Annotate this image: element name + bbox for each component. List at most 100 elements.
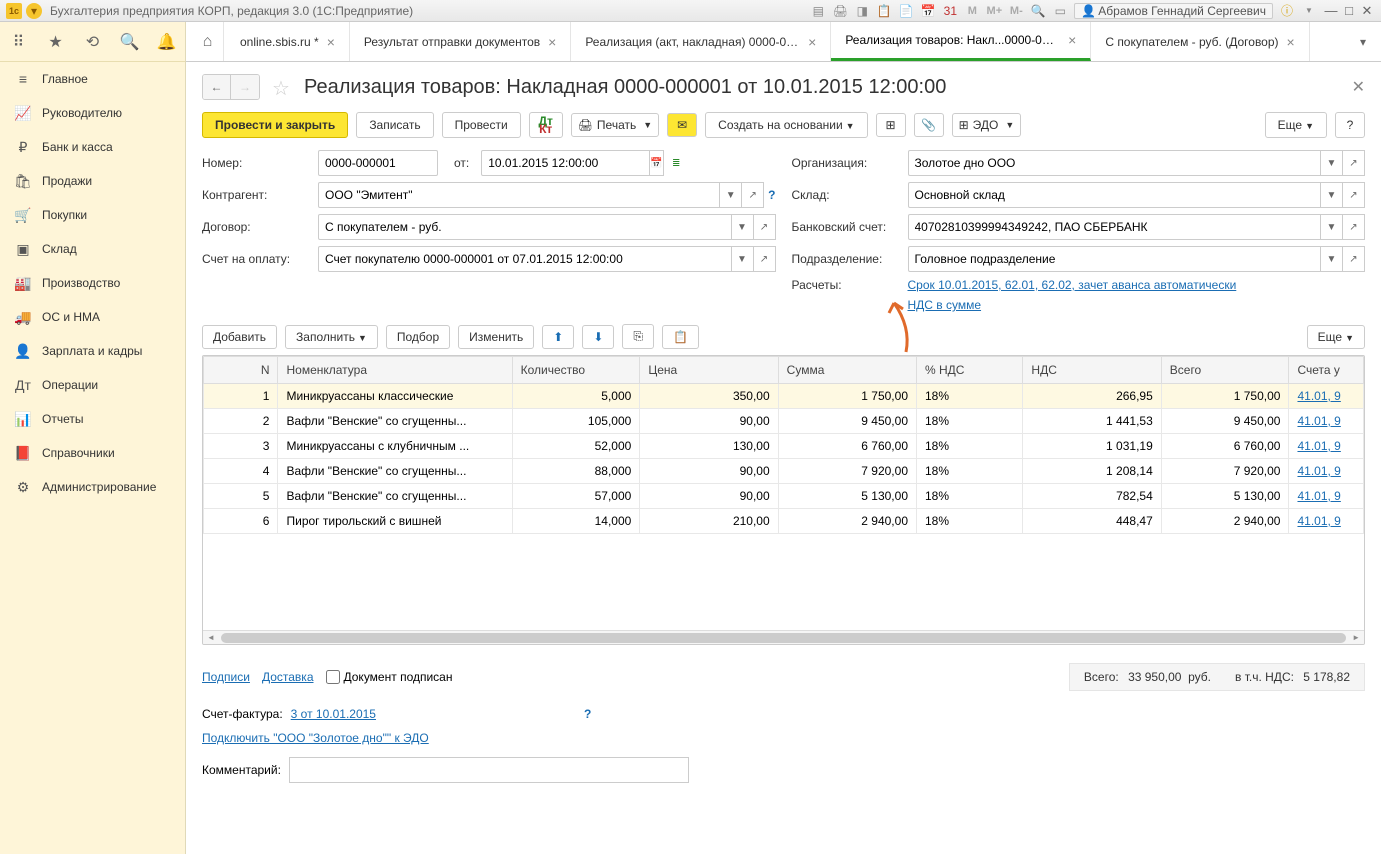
sidebar-item-11[interactable]: 📕Справочники xyxy=(0,436,185,470)
fill-button[interactable]: Заполнить▼ xyxy=(285,325,378,349)
col-total[interactable]: Всего xyxy=(1161,357,1289,384)
sidebar-item-0[interactable]: ≡Главное xyxy=(0,62,185,96)
date-icon[interactable]: 31 xyxy=(942,3,958,19)
memory-minus-icon[interactable]: M- xyxy=(1008,3,1024,19)
change-button[interactable]: Изменить xyxy=(458,325,534,349)
apps-icon[interactable]: ⠿ xyxy=(9,32,29,52)
table-row[interactable]: 3 Миникруассаны с клубничным ... 52,000 … xyxy=(204,434,1364,459)
acct-link[interactable]: 41.01, 9 xyxy=(1297,414,1340,428)
copy-button[interactable]: ⎘ xyxy=(622,324,654,349)
comment-input[interactable] xyxy=(289,757,689,783)
dt-kt-button[interactable]: ДтКт xyxy=(529,112,563,138)
invoice-open-icon[interactable]: ↗ xyxy=(754,246,776,272)
acct-link[interactable]: 41.01, 9 xyxy=(1297,389,1340,403)
zoom-icon[interactable]: 🔍 xyxy=(1030,3,1046,19)
report-icon[interactable]: 📄 xyxy=(898,3,914,19)
write-button[interactable]: Записать xyxy=(356,112,433,138)
col-accounts[interactable]: Счета у xyxy=(1289,357,1364,384)
paste-button[interactable]: 📋 xyxy=(662,325,699,349)
contragent-input[interactable] xyxy=(318,182,720,208)
create-based-button[interactable]: Создать на основании▼ xyxy=(705,112,867,138)
sidebar-item-1[interactable]: 📈Руководителю xyxy=(0,96,185,130)
edo-button[interactable]: ⊞ ЭДО▼ xyxy=(952,113,1022,137)
table-row[interactable]: 5 Вафли "Венские" со сгущенны... 57,000 … xyxy=(204,484,1364,509)
signed-checkbox[interactable]: Документ подписан xyxy=(326,670,453,684)
minimize-icon[interactable]: — xyxy=(1323,3,1339,19)
user-name[interactable]: 👤Абрамов Геннадий Сергеевич xyxy=(1074,3,1273,19)
sidebar-item-3[interactable]: 🛍Продажи xyxy=(0,164,185,198)
contract-input[interactable] xyxy=(318,214,732,240)
panel-icon[interactable]: ▭ xyxy=(1052,3,1068,19)
select-items-button[interactable]: Подбор xyxy=(386,325,450,349)
calendar-icon[interactable]: 📅 xyxy=(920,3,936,19)
org-input[interactable] xyxy=(908,150,1322,176)
print-icon[interactable]: 🖨 xyxy=(832,3,848,19)
number-input[interactable] xyxy=(318,150,438,176)
tabs-menu-icon[interactable]: ▾ xyxy=(1351,22,1375,61)
contragent-help-icon[interactable]: ? xyxy=(768,188,775,202)
more-button[interactable]: Еще▼ xyxy=(1265,112,1327,138)
col-price[interactable]: Цена xyxy=(640,357,778,384)
date-input[interactable] xyxy=(481,150,650,176)
warehouse-open-icon[interactable]: ↗ xyxy=(1343,182,1365,208)
acct-link[interactable]: 41.01, 9 xyxy=(1297,439,1340,453)
contragent-dropdown-icon[interactable]: ▼ xyxy=(720,182,742,208)
sidebar-item-5[interactable]: ▣Склад xyxy=(0,232,185,266)
col-qty[interactable]: Количество xyxy=(512,357,640,384)
items-more-button[interactable]: Еще▼ xyxy=(1307,325,1365,349)
table-row[interactable]: 4 Вафли "Венские" со сгущенны... 88,000 … xyxy=(204,459,1364,484)
tab-close-1[interactable]: × xyxy=(548,34,556,50)
history-icon[interactable]: ⟲ xyxy=(83,32,103,52)
memory-m-icon[interactable]: M xyxy=(964,3,980,19)
signatures-link[interactable]: Подписи xyxy=(202,670,250,684)
col-nomenclature[interactable]: Номенклатура xyxy=(278,357,512,384)
sidebar-item-6[interactable]: 🏭Производство xyxy=(0,266,185,300)
table-row[interactable]: 1 Миникруассаны классические 5,000 350,0… xyxy=(204,384,1364,409)
post-and-close-button[interactable]: Провести и закрыть xyxy=(202,112,348,138)
info-icon[interactable]: ⓘ xyxy=(1279,3,1295,19)
move-down-button[interactable]: ⬇ xyxy=(582,325,614,349)
sidebar-item-2[interactable]: ₽Банк и касса xyxy=(0,130,185,164)
table-scrollbar[interactable] xyxy=(203,630,1364,644)
sidebar-item-9[interactable]: ДтОперации xyxy=(0,368,185,402)
move-up-button[interactable]: ⬆ xyxy=(542,325,574,349)
org-dropdown-icon[interactable]: ▼ xyxy=(1321,150,1343,176)
dept-input[interactable] xyxy=(908,246,1322,272)
tab-2[interactable]: Реализация (акт, накладная) 0000-00...× xyxy=(571,22,831,61)
sidebar-item-7[interactable]: 🚚ОС и НМА xyxy=(0,300,185,334)
acct-link[interactable]: 41.01, 9 xyxy=(1297,514,1340,528)
table-row[interactable]: 2 Вафли "Венские" со сгущенны... 105,000… xyxy=(204,409,1364,434)
tab-3[interactable]: Реализация товаров: Накл...0000-000001 *… xyxy=(831,22,1091,61)
vat-link[interactable]: НДС в сумме xyxy=(908,298,982,312)
calc-link[interactable]: Срок 10.01.2015, 62.01, 62.02, зачет ава… xyxy=(908,278,1237,292)
invoice-input[interactable] xyxy=(318,246,732,272)
favorite-star-icon[interactable]: ☆ xyxy=(272,76,294,98)
sidebar-item-8[interactable]: 👤Зарплата и кадры xyxy=(0,334,185,368)
compare-icon[interactable]: ◨ xyxy=(854,3,870,19)
col-n[interactable]: N xyxy=(204,357,278,384)
tab-close-3[interactable]: × xyxy=(1068,32,1076,48)
tab-close-4[interactable]: × xyxy=(1287,34,1295,50)
print-button[interactable]: 🖨 Печать▼ xyxy=(571,113,659,137)
col-sum[interactable]: Сумма xyxy=(778,357,916,384)
acct-link[interactable]: 41.01, 9 xyxy=(1297,489,1340,503)
col-vat[interactable]: НДС xyxy=(1023,357,1161,384)
contract-open-icon[interactable]: ↗ xyxy=(754,214,776,240)
tab-4[interactable]: С покупателем - руб. (Договор)× xyxy=(1091,22,1309,61)
dept-open-icon[interactable]: ↗ xyxy=(1343,246,1365,272)
email-button[interactable]: ✉ xyxy=(667,113,697,137)
document-close-icon[interactable]: ✕ xyxy=(1352,77,1365,97)
nav-back-button[interactable]: ← xyxy=(203,75,231,99)
bank-dropdown-icon[interactable]: ▼ xyxy=(1321,214,1343,240)
nav-forward-button[interactable]: → xyxy=(231,75,259,99)
help-button[interactable]: ? xyxy=(1335,112,1365,138)
dept-dropdown-icon[interactable]: ▼ xyxy=(1321,246,1343,272)
memory-plus-icon[interactable]: M+ xyxy=(986,3,1002,19)
status-icon[interactable]: ≣ xyxy=(665,150,687,176)
tab-close-0[interactable]: × xyxy=(327,34,335,50)
sidebar-item-4[interactable]: 🛒Покупки xyxy=(0,198,185,232)
related-button[interactable]: ⊞ xyxy=(876,113,906,137)
add-row-button[interactable]: Добавить xyxy=(202,325,277,349)
tab-1[interactable]: Результат отправки документов× xyxy=(350,22,571,61)
favorites-icon[interactable]: ★ xyxy=(46,32,66,52)
